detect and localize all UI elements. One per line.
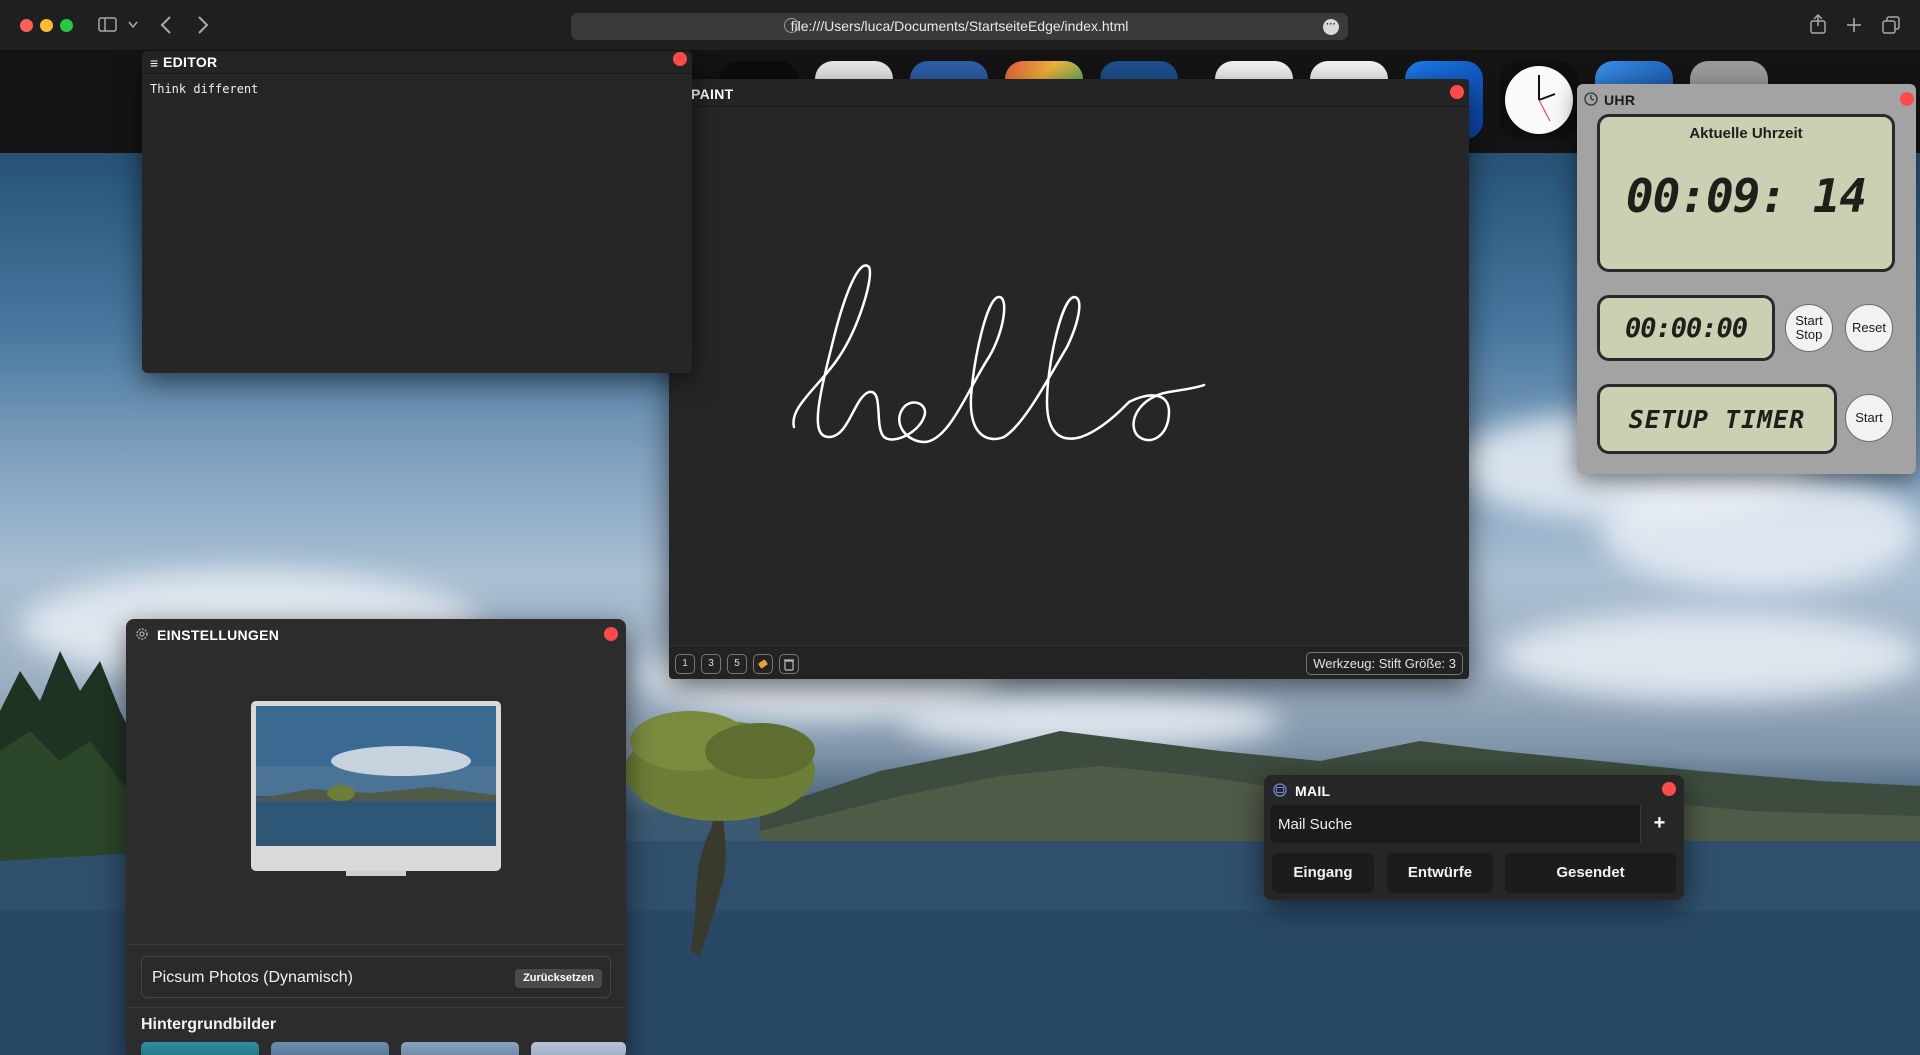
settings-titlebar[interactable]: EINSTELLUNGEN [126,619,626,649]
wallpaper-thumbnail[interactable] [271,1042,389,1055]
mail-search-placeholder: Mail Suche [1278,816,1353,833]
size-3-button[interactable]: 3 [701,654,721,674]
close-icon[interactable] [1450,85,1464,99]
browser-toolbar: file:///Users/luca/Documents/StartseiteE… [0,0,1920,51]
url-text: file:///Users/luca/Documents/StartseiteE… [790,18,1129,34]
wallpaper-thumbnail[interactable] [401,1042,519,1055]
paint-canvas[interactable] [669,107,1469,645]
add-mail-button[interactable]: + [1640,805,1678,843]
close-icon[interactable] [1900,92,1914,106]
gear-icon [136,628,148,640]
more-icon[interactable]: ··· [1323,19,1339,35]
timer-icon [1584,92,1598,106]
current-time-value: 00:09: 14 [1625,169,1867,223]
wallpaper-preview [251,701,501,876]
mail-window: MAIL Mail Suche + Eingang Entwürfe Gesen… [1264,775,1684,900]
timer-value: SETUP TIMER [1628,405,1806,434]
paint-window: PAINT 1 3 5 Werkzeug: Stift Größe: 3 [669,79,1469,679]
mail-titlebar[interactable]: MAIL [1264,775,1684,803]
timer-start-button[interactable]: Start [1845,394,1893,442]
sidebar-icon[interactable] [98,17,118,33]
trash-icon[interactable] [779,654,799,674]
desktop: PAINT 1 3 5 Werkzeug: Stift Größe: 3 ≡ E… [0,51,1920,1055]
clock-icon[interactable] [1500,61,1578,139]
editor-content: Think different [150,82,259,96]
share-icon[interactable] [1810,14,1826,34]
wallpaper-source-selector[interactable]: Picsum Photos (Dynamisch) Zurücksetzen [141,956,611,998]
current-time-label: Aktuelle Uhrzeit [1689,125,1803,142]
wallpaper-thumbnail[interactable] [531,1042,626,1055]
settings-title: EINSTELLUNGEN [157,627,280,643]
new-tab-icon[interactable] [1846,17,1862,33]
window-close-button[interactable] [20,19,33,32]
settings-window: EINSTELLUNGEN Picsum Photos (Dynamisch) … [126,619,626,1055]
clock-title: UHR [1604,92,1636,108]
chevron-down-icon[interactable] [128,21,138,29]
timer-display: SETUP TIMER [1597,384,1837,454]
sent-button[interactable]: Gesendet [1505,853,1676,893]
eraser-icon[interactable] [753,654,773,674]
window-zoom-button[interactable] [60,19,73,32]
stopwatch-value: 00:00:00 [1624,313,1748,344]
paint-status: Werkzeug: Stift Größe: 3 [1306,652,1463,675]
wallpaper-source-label: Picsum Photos (Dynamisch) [152,969,353,986]
current-time-display: Aktuelle Uhrzeit 00:09: 14 [1597,114,1895,272]
window-minimize-button[interactable] [40,19,53,32]
reset-button[interactable]: Reset [1845,304,1893,352]
drafts-button[interactable]: Entwürfe [1387,853,1493,893]
close-icon[interactable] [604,627,618,641]
editor-textarea[interactable]: Think different [142,73,692,373]
stop-label: Stop [1795,327,1823,342]
editor-window: ≡ EDITOR Think different [142,51,692,373]
stopwatch-display: 00:00:00 [1597,295,1775,361]
paint-titlebar[interactable]: PAINT [669,79,1469,107]
mail-title: MAIL [1295,783,1331,799]
chevron-left-icon[interactable] [160,16,172,34]
mail-icon [1273,783,1287,797]
menu-icon[interactable]: ≡ [150,55,158,71]
start-label: Start [1795,313,1823,328]
inbox-button[interactable]: Eingang [1272,853,1374,893]
paint-title: PAINT [691,86,734,102]
chevron-right-icon[interactable] [197,16,209,34]
editor-title: EDITOR [163,54,218,70]
tab-overview-icon[interactable] [1882,16,1900,34]
size-1-button[interactable]: 1 [675,654,695,674]
start-stop-button[interactable]: Start Stop [1785,304,1833,352]
close-icon[interactable] [1662,782,1676,796]
address-bar[interactable]: file:///Users/luca/Documents/StartseiteE… [571,13,1348,40]
size-5-button[interactable]: 5 [727,654,747,674]
close-icon[interactable] [673,52,687,66]
handwriting-drawing [792,264,1206,444]
reset-button[interactable]: Zurücksetzen [515,969,602,988]
clock-titlebar[interactable]: UHR [1577,84,1916,112]
mail-search-input[interactable]: Mail Suche + [1270,805,1678,843]
wallpaper-thumbnail[interactable] [141,1042,259,1055]
clock-window: UHR Aktuelle Uhrzeit 00:09: 14 00:00:00 … [1577,84,1916,474]
backgrounds-heading: Hintergrundbilder [141,1016,277,1033]
paint-toolbar: 1 3 5 Werkzeug: Stift Größe: 3 [669,645,1469,679]
